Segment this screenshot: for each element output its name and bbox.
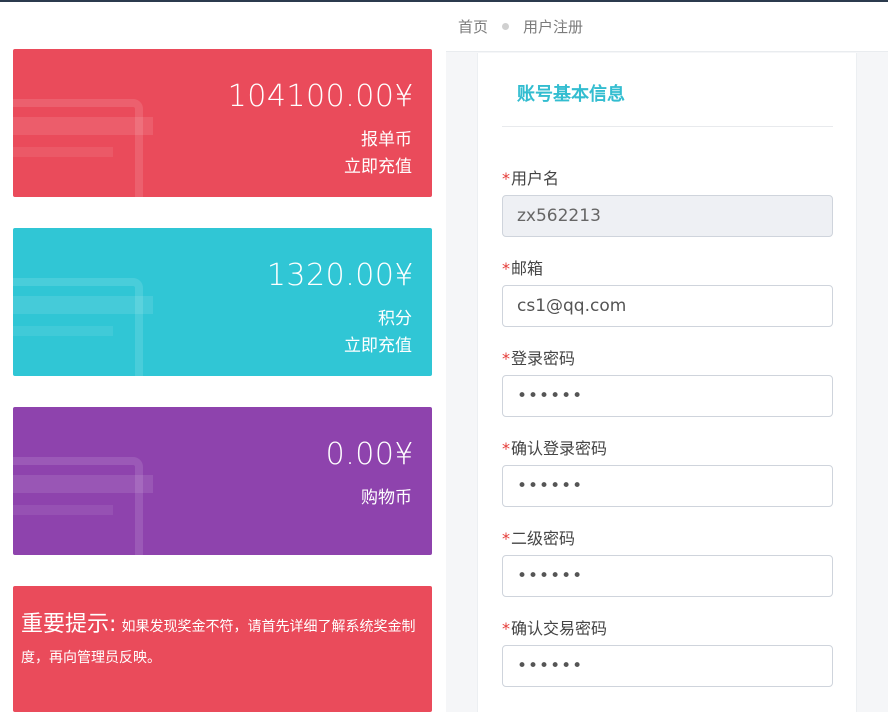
card-amount: 1320.00¥ — [266, 258, 414, 293]
card-label: 购物币 — [361, 488, 412, 508]
recharge-link[interactable]: 立即充值 — [344, 331, 412, 356]
login-password-input[interactable] — [502, 375, 833, 417]
login-password-label: *登录密码 — [502, 345, 575, 369]
section-divider — [502, 126, 833, 127]
required-mark: * — [502, 439, 510, 458]
notice-content: 重要提示: 如果发现奖金不符，请首先详细了解系统奖金制度，再向管理员反映。 — [21, 610, 421, 673]
card-decoration-bar — [13, 117, 153, 135]
card-amount: 0.00¥ — [325, 437, 414, 472]
secondary-password-input[interactable] — [502, 555, 833, 597]
card-amount: 104100.00¥ — [227, 79, 414, 114]
notice-title: 重要提示: — [21, 612, 117, 637]
username-label: *用户名 — [502, 165, 559, 189]
card-decoration-bar — [13, 505, 113, 515]
breadcrumb: 首页 用户注册 — [446, 2, 888, 52]
email-input[interactable] — [502, 285, 833, 327]
secondary-password-label: *二级密码 — [502, 525, 575, 549]
recharge-link[interactable]: 立即充值 — [344, 152, 412, 177]
breadcrumb-separator-icon — [502, 23, 510, 30]
required-mark: * — [502, 169, 510, 188]
confirm-trade-password-input[interactable] — [502, 645, 833, 687]
required-mark: * — [502, 259, 510, 278]
label-text: 邮箱 — [511, 259, 544, 278]
label-text: 确认交易密码 — [511, 619, 608, 638]
confirm-login-password-input[interactable] — [502, 465, 833, 507]
form-section-title: 账号基本信息 — [517, 84, 625, 105]
confirm-login-password-label: *确认登录密码 — [502, 435, 607, 459]
card-label: 报单币 — [361, 130, 412, 150]
label-text: 二级密码 — [511, 529, 576, 548]
registration-form-panel: 账号基本信息 *用户名 *邮箱 *登录密码 *确认登录密码 *二级密码 *确认交… — [477, 53, 857, 712]
label-text: 用户名 — [511, 169, 560, 188]
balance-card-points: 1320.00¥ 积分 立即充值 — [13, 228, 432, 376]
card-decoration-bar — [13, 475, 153, 493]
label-text: 登录密码 — [511, 349, 576, 368]
label-text: 确认登录密码 — [511, 439, 608, 458]
card-decoration-bar — [13, 326, 113, 336]
balance-card-shopping: 0.00¥ 购物币 — [13, 407, 432, 555]
card-decoration-bar — [13, 296, 153, 314]
card-label: 积分 — [378, 309, 412, 329]
notice-card: 重要提示: 如果发现奖金不符，请首先详细了解系统奖金制度，再向管理员反映。 — [13, 586, 432, 712]
card-decoration-bar — [13, 147, 113, 157]
email-label: *邮箱 — [502, 255, 543, 279]
required-mark: * — [502, 619, 510, 638]
required-mark: * — [502, 529, 510, 548]
confirm-trade-password-label: *确认交易密码 — [502, 615, 607, 639]
required-mark: * — [502, 349, 510, 368]
breadcrumb-home-link[interactable]: 首页 — [458, 16, 488, 37]
balance-card-baodanbi: 104100.00¥ 报单币 立即充值 — [13, 49, 432, 197]
breadcrumb-current: 用户注册 — [523, 18, 584, 36]
username-input[interactable] — [502, 195, 833, 237]
